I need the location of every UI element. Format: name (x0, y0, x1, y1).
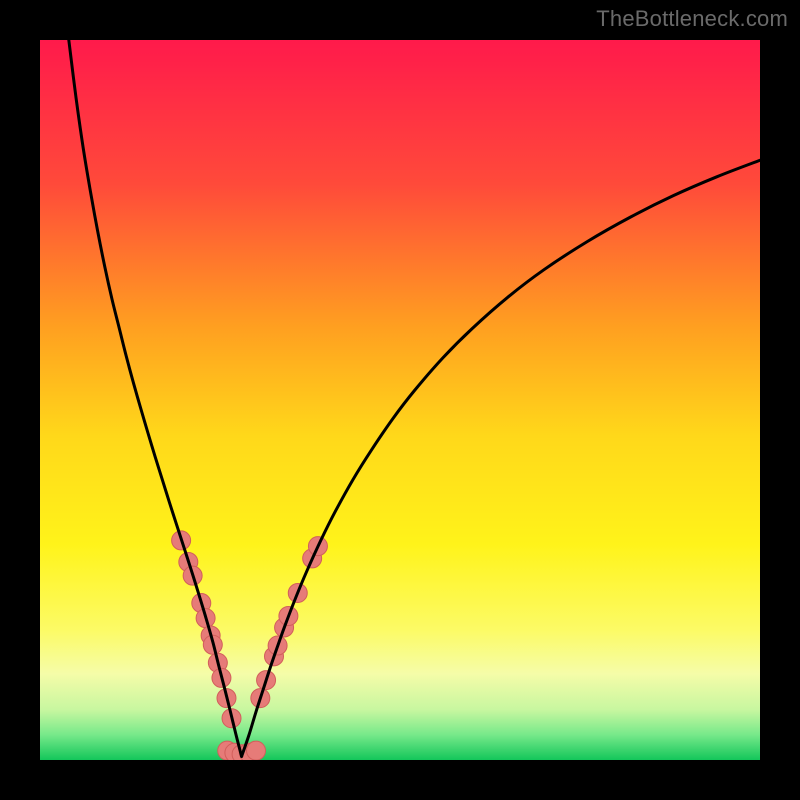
watermark-text: TheBottleneck.com (596, 6, 788, 32)
curve-right-branch (242, 160, 760, 756)
chart-svg (40, 40, 760, 760)
curve-left-branch (69, 40, 242, 756)
chart-frame: TheBottleneck.com (0, 0, 800, 800)
marker-layer (172, 531, 328, 760)
plot-area (40, 40, 760, 760)
highlight-marker (247, 741, 266, 760)
